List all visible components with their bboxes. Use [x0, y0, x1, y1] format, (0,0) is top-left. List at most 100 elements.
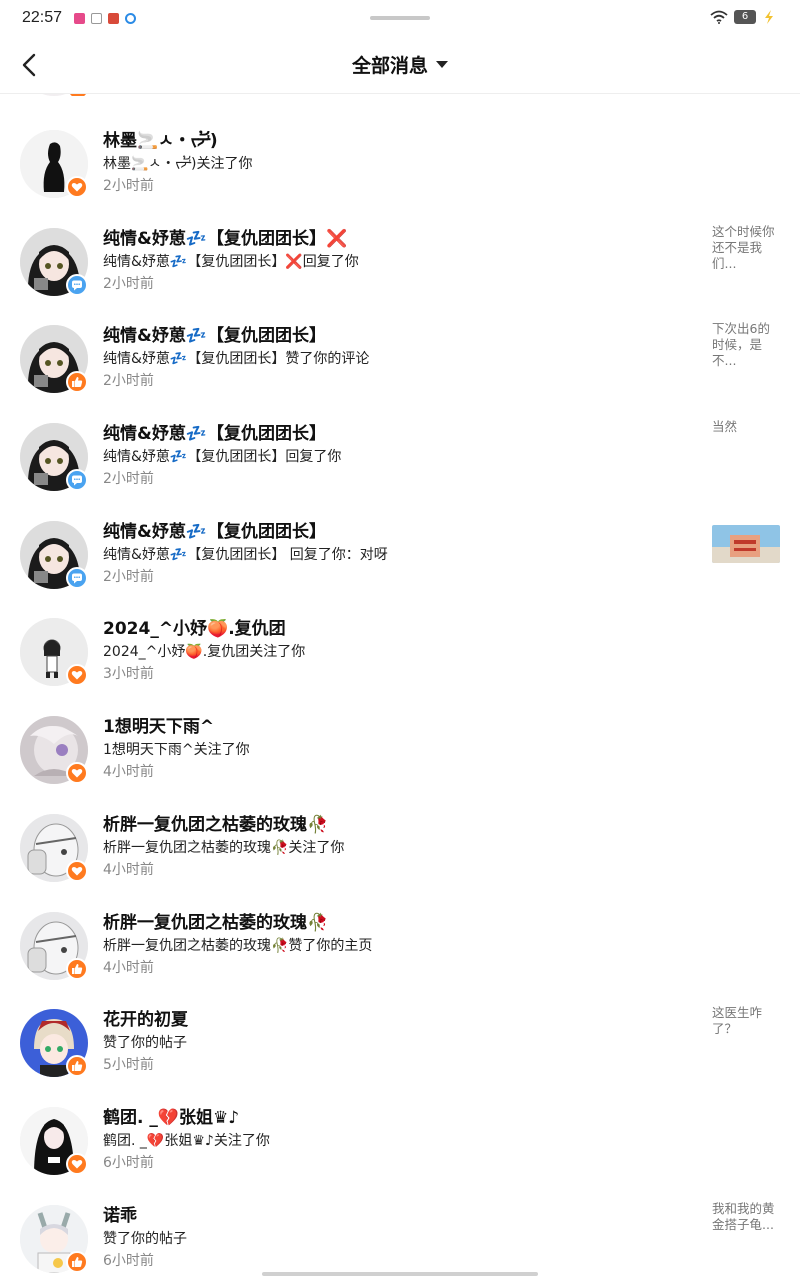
message-description: 2024_^小妤🍑.复仇团关注了你: [103, 644, 306, 661]
notification-icons: [74, 12, 137, 24]
charging-icon: [765, 10, 773, 24]
message-text: 林墨🚬ㅅ・ᡕᠵ᠊ᡃ້) 林墨🚬ㅅ・ᡕᠵ᠊ᡃ້)关注了你 2小时前: [103, 130, 693, 196]
reply-preview[interactable]: 下次出6的时候，是不...: [712, 321, 782, 369]
thumbs-up-icon: [72, 1061, 83, 1072]
thumbs-up-badge: [66, 957, 88, 980]
message-description: 赞了你的帖子: [103, 1230, 187, 1247]
thumbs-up-icon: [72, 963, 83, 974]
post-thumbnail[interactable]: [712, 524, 780, 563]
thumbs-up-icon: [72, 1256, 83, 1267]
sender-name[interactable]: 纯情&妤葸💤【复仇团团长】: [103, 423, 693, 447]
app-icon: [108, 12, 120, 24]
message-time: 2小时前: [103, 568, 154, 585]
message-text: 纯情&妤葸💤【复仇团团长】❌ 纯情&妤葸💤【复仇团团长】❌回复了你 2小时前: [103, 228, 693, 294]
heart-badge: [66, 762, 88, 785]
sender-name[interactable]: 析胖一复仇团之枯萎的玫瑰🥀: [103, 814, 693, 838]
chat-bubble-icon: [72, 280, 82, 291]
message-description: 1想明天下雨^关注了你: [103, 742, 250, 759]
message-text: 析胖一复仇团之枯萎的玫瑰🥀 析胖一复仇团之枯萎的玫瑰🥀赞了你的主页 4小时前: [103, 912, 693, 978]
chat-bubble-icon: [72, 573, 82, 584]
sender-name[interactable]: 诺乖: [103, 1205, 693, 1229]
message-text: 析胖一复仇团之枯萎的玫瑰🥀 析胖一复仇团之枯萎的玫瑰🥀关注了你 4小时前: [103, 814, 693, 880]
heart-badge: [66, 664, 88, 687]
message-description: 纯情&妤葸💤【复仇团团长】赞了你的评论: [103, 351, 370, 368]
sender-name[interactable]: 析胖一复仇团之枯萎的玫瑰🥀: [103, 912, 693, 936]
message-row-10[interactable]: 花开的初夏 赞了你的帖子 5小时前 这医生咋了？: [0, 993, 800, 1091]
heart-badge: [66, 1152, 88, 1175]
message-row-5[interactable]: 纯情&妤葸💤【复仇团团长】 纯情&妤葸💤【复仇团团长】 回复了你：对呀 2小时前: [0, 505, 800, 603]
heart-badge: [66, 859, 88, 882]
thumbs-up-badge: [66, 1055, 88, 1078]
post-thumbnail-image: [712, 524, 780, 563]
thumbs-up-badge: [66, 1250, 88, 1273]
message-row-6[interactable]: 2024_^小妤🍑.复仇团 2024_^小妤🍑.复仇团关注了你 3小时前: [0, 602, 800, 700]
back-button[interactable]: [18, 52, 42, 78]
message-text: 纯情&妤葸💤【复仇团团长】 纯情&妤葸💤【复仇团团长】 回复了你：对呀 2小时前: [103, 521, 693, 587]
message-time: 5小时前: [103, 1057, 154, 1074]
reply-preview[interactable]: 我和我的黄金搭子龟...: [712, 1201, 782, 1233]
sender-name[interactable]: 1想明天下雨^: [103, 716, 693, 740]
reply-preview[interactable]: 这个时候你还不是我们...: [712, 224, 782, 272]
reply-preview[interactable]: 当然: [712, 419, 782, 435]
message-row-3[interactable]: 纯情&妤葸💤【复仇团团长】 纯情&妤葸💤【复仇团团长】赞了你的评论 2小时前 下…: [0, 309, 800, 407]
sender-name[interactable]: 2024_^小妤🍑.复仇团: [103, 618, 693, 642]
message-text: 纯情&妤葸💤【复仇团团长】 纯情&妤葸💤【复仇团团长】赞了你的评论 2小时前: [103, 325, 693, 391]
video-app-icon: [74, 12, 86, 24]
message-time: 4小时前: [103, 861, 154, 878]
status-time: 22:57: [22, 9, 63, 26]
message-description: 林墨🚬ㅅ・ᡕᠵ᠊ᡃ້)关注了你: [103, 156, 253, 172]
heart-icon: [71, 1159, 83, 1169]
reply-preview[interactable]: 这医生咋了？: [712, 1005, 782, 1037]
heart-icon: [71, 671, 83, 680]
message-row-12[interactable]: 诺乖 赞了你的帖子 6小时前 我和我的黄金搭子龟...: [0, 1189, 800, 1280]
message-list[interactable]: 林墨🚬ㅅ・ᡕᠵ᠊ᡃ້) 林墨🚬ㅅ・ᡕᠵ᠊ᡃ້)关注了你 2小时前 纯情&妤葸💤【…: [0, 94, 800, 1280]
heart-badge: [66, 176, 88, 198]
message-time: 2小时前: [103, 275, 154, 292]
page-title: 全部消息: [351, 55, 428, 77]
message-filter-dropdown[interactable]: 全部消息: [352, 51, 448, 78]
partial-avatar: [20, 94, 88, 98]
message-description: 鹤团. _💔张姐♛♪关注了你: [103, 1132, 270, 1149]
message-row-4[interactable]: 纯情&妤葸💤【复仇团团长】 纯情&妤葸💤【复仇团团长】回复了你 2小时前 当然: [0, 407, 800, 505]
heart-icon: [71, 866, 83, 876]
chat-bubble-icon: [72, 475, 82, 486]
message-text: 纯情&妤葸💤【复仇团团长】 纯情&妤葸💤【复仇团团长】回复了你 2小时前: [103, 423, 693, 489]
sender-name[interactable]: 鹤团. _💔张姐♛♪: [103, 1107, 693, 1131]
message-row-8[interactable]: 析胖一复仇团之枯萎的玫瑰🥀 析胖一复仇团之枯萎的玫瑰🥀关注了你 4小时前: [0, 798, 800, 896]
message-description: 析胖一复仇团之枯萎的玫瑰🥀关注了你: [103, 839, 345, 856]
message-text: 花开的初夏 赞了你的帖子 5小时前: [103, 1009, 693, 1075]
browser-icon: [125, 12, 137, 24]
sender-name[interactable]: 纯情&妤葸💤【复仇团团长】❌: [103, 228, 693, 252]
message-row-2[interactable]: 纯情&妤葸💤【复仇团团长】❌ 纯情&妤葸💤【复仇团团长】❌回复了你 2小时前 这…: [0, 212, 800, 310]
chat-bubble-badge: [66, 273, 88, 296]
message-rows: 林墨🚬ㅅ・ᡕᠵ᠊ᡃ້) 林墨🚬ㅅ・ᡕᠵ᠊ᡃ້)关注了你 2小时前 纯情&妤葸💤【…: [0, 114, 800, 1280]
message-time: 4小时前: [103, 959, 154, 976]
heart-icon: [71, 769, 83, 778]
message-row-9[interactable]: 析胖一复仇团之枯萎的玫瑰🥀 析胖一复仇团之枯萎的玫瑰🥀赞了你的主页 4小时前: [0, 896, 800, 994]
thumbs-up-icon: [72, 377, 83, 388]
document-icon: [91, 12, 103, 24]
message-time: 2小时前: [103, 373, 154, 390]
sender-name[interactable]: 林墨🚬ㅅ・ᡕᠵ᠊ᡃ້): [103, 130, 693, 154]
status-right: 6: [710, 9, 776, 25]
message-row-11[interactable]: 鹤团. _💔张姐♛♪ 鹤团. _💔张姐♛♪关注了你 6小时前: [0, 1091, 800, 1189]
caret-down-icon: [436, 61, 448, 68]
message-time: 3小时前: [103, 666, 154, 683]
multitask-pill[interactable]: [370, 16, 430, 20]
message-text: 1想明天下雨^ 1想明天下雨^关注了你 4小时前: [103, 716, 693, 782]
message-description: 纯情&妤葸💤【复仇团团长】 回复了你：对呀: [103, 546, 388, 563]
message-row-7[interactable]: 1想明天下雨^ 1想明天下雨^关注了你 4小时前: [0, 700, 800, 798]
message-time: 6小时前: [103, 1154, 154, 1171]
sender-name[interactable]: 纯情&妤葸💤【复仇团团长】: [103, 325, 693, 349]
message-time: 4小时前: [103, 764, 154, 781]
message-row-1[interactable]: 林墨🚬ㅅ・ᡕᠵ᠊ᡃ້) 林墨🚬ㅅ・ᡕᠵ᠊ᡃ້)关注了你 2小时前: [0, 114, 800, 212]
message-text: 诺乖 赞了你的帖子 6小时前: [103, 1205, 693, 1271]
sender-name[interactable]: 花开的初夏: [103, 1009, 693, 1033]
home-indicator[interactable]: [262, 1272, 538, 1276]
thumbs-up-badge: [66, 371, 88, 394]
sender-name[interactable]: 纯情&妤葸💤【复仇团团长】: [103, 521, 693, 545]
message-text: 鹤团. _💔张姐♛♪ 鹤团. _💔张姐♛♪关注了你 6小时前: [103, 1107, 693, 1173]
message-description: 纯情&妤葸💤【复仇团团长】回复了你: [103, 449, 342, 466]
chat-bubble-badge: [66, 469, 88, 492]
heart-icon: [71, 182, 83, 192]
